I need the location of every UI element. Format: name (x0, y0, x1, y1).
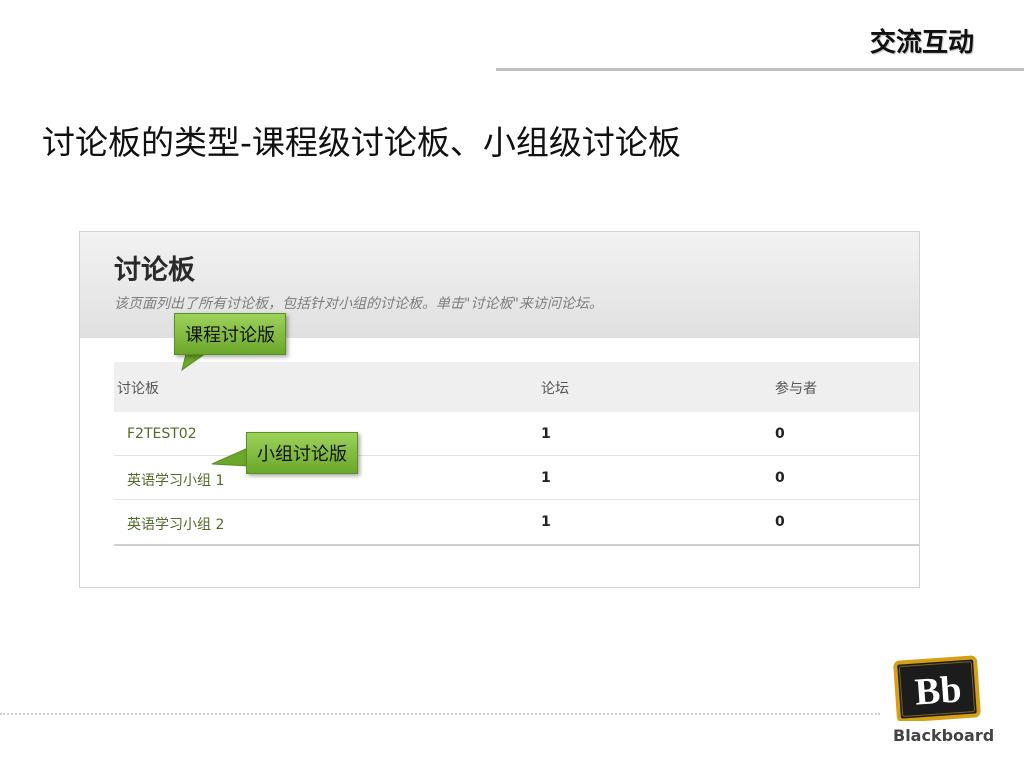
table-row: 英语学习小组 2 1 0 (114, 500, 919, 546)
table-header: 讨论板 论坛 参与者 (114, 362, 919, 412)
participant-count: 0 (775, 470, 785, 486)
page-description: 该页面列出了所有讨论板，包括针对小组的讨论板。单击"讨论板"来访问论坛。 (114, 296, 603, 312)
section-title: 交流互动 (869, 28, 974, 58)
forum-count: 1 (541, 514, 551, 530)
course-board-callout: 课程讨论版 (174, 313, 286, 355)
participant-count: 0 (775, 426, 785, 442)
board-link[interactable]: 英语学习小组 2 (127, 514, 224, 534)
blackboard-wordmark: Blackboard (893, 726, 995, 745)
column-header-board[interactable]: 讨论板 (117, 378, 159, 398)
forum-count: 1 (541, 470, 551, 486)
group-board-callout: 小组讨论版 (246, 432, 358, 474)
forum-count: 1 (541, 426, 551, 442)
logo-mark: Bb (913, 668, 962, 713)
footer-divider (0, 713, 880, 715)
column-header-participants[interactable]: 参与者 (775, 378, 817, 398)
page-title: 讨论板 (114, 255, 195, 286)
column-header-forums[interactable]: 论坛 (541, 378, 569, 398)
board-link[interactable]: F2TEST02 (127, 426, 197, 442)
group-callout-tail (211, 447, 249, 467)
blackboard-logo: Bb (893, 655, 981, 721)
slide-subtitle: 讨论板的类型-课程级讨论板、小组级讨论板 (42, 123, 681, 162)
discussion-board-screenshot: 讨论板 该页面列出了所有讨论板，包括针对小组的讨论板。单击"讨论板"来访问论坛。… (79, 231, 920, 588)
header-divider (496, 68, 1024, 71)
board-link[interactable]: 英语学习小组 1 (127, 470, 224, 490)
participant-count: 0 (775, 514, 785, 530)
